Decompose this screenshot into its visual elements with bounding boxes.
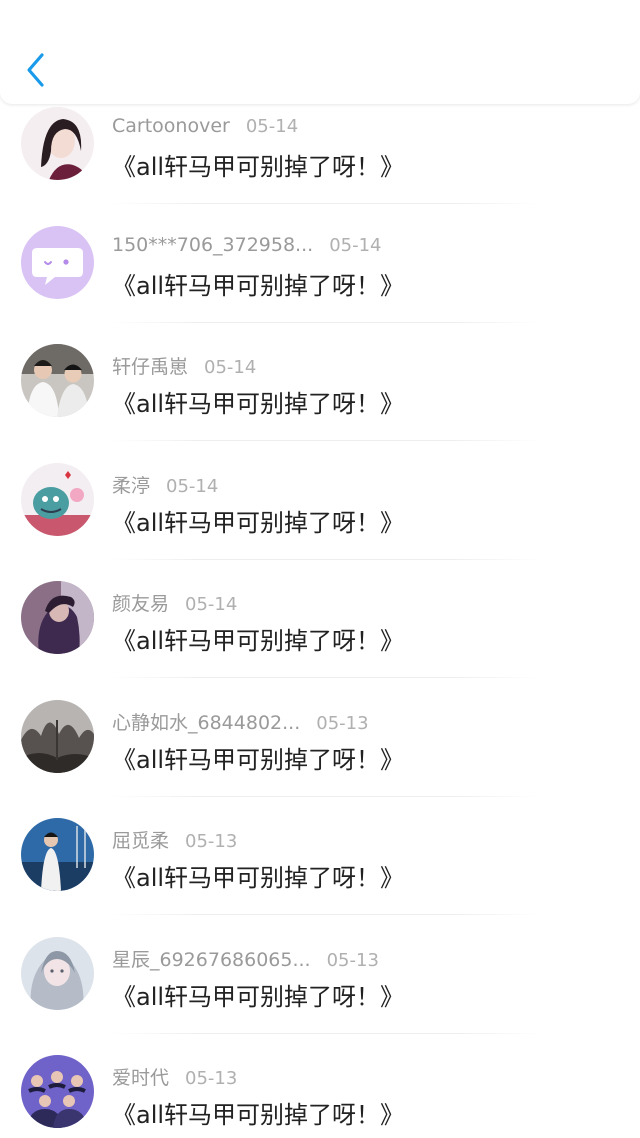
item-title: 《all轩马甲可别掉了呀！》 bbox=[112, 153, 405, 181]
divider bbox=[112, 321, 540, 323]
post-date: 05-13 bbox=[185, 831, 238, 852]
list-item[interactable]: Cartoonover 05-14 《all轩马甲可别掉了呀！》 bbox=[0, 107, 640, 226]
divider bbox=[112, 914, 540, 915]
item-title: 《all轩马甲可别掉了呀！》 bbox=[112, 627, 405, 655]
post-date: 05-14 bbox=[166, 475, 219, 497]
divider bbox=[112, 677, 540, 678]
item-meta: 轩仔禹崽 05-14 bbox=[112, 352, 256, 379]
username[interactable]: 心静如水_6844802... bbox=[112, 712, 300, 734]
list-item[interactable]: 星辰_69267686065... 05-13 《all轩马甲可别掉了呀！》 bbox=[0, 936, 640, 1056]
back-button[interactable] bbox=[16, 48, 56, 92]
post-date: 05-14 bbox=[204, 357, 257, 378]
list-item[interactable]: 爱时代 05-13 《all轩马甲可别掉了呀！》 bbox=[0, 1055, 640, 1138]
avatar[interactable] bbox=[21, 581, 94, 654]
item-title: 《all轩马甲可别掉了呀！》 bbox=[112, 864, 405, 892]
avatar[interactable] bbox=[21, 699, 94, 773]
item-meta: 心静如水_6844802... 05-13 bbox=[112, 708, 369, 735]
list-item[interactable]: 柔渟 05-14 《all轩马甲可别掉了呀！》 bbox=[0, 462, 640, 582]
username[interactable]: 150***706_372958... bbox=[112, 234, 313, 256]
list-item[interactable]: 颜友易 05-14 《all轩马甲可别掉了呀！》 bbox=[0, 581, 640, 700]
username[interactable]: Cartoonover bbox=[112, 115, 230, 137]
avatar[interactable] bbox=[21, 1055, 94, 1128]
list-item[interactable]: 150***706_372958... 05-14 《all轩马甲可别掉了呀！》 bbox=[0, 225, 640, 345]
avatar[interactable] bbox=[21, 462, 94, 536]
chevron-left-icon bbox=[27, 53, 44, 87]
item-meta: 柔渟 05-14 bbox=[112, 471, 218, 498]
post-date: 05-13 bbox=[316, 712, 369, 734]
username[interactable]: 颜友易 bbox=[112, 593, 169, 615]
username[interactable]: 爱时代 bbox=[112, 1067, 169, 1089]
avatar[interactable] bbox=[21, 225, 94, 299]
user-list: Cartoonover 05-14 《all轩马甲可别掉了呀！》 150***70… bbox=[0, 107, 640, 1138]
divider bbox=[112, 440, 540, 441]
item-title: 《all轩马甲可别掉了呀！》 bbox=[112, 745, 405, 774]
list-item[interactable]: 心静如水_6844802... 05-13 《all轩马甲可别掉了呀！》 bbox=[0, 699, 640, 819]
username[interactable]: 柔渟 bbox=[112, 475, 150, 497]
list-item[interactable]: 轩仔禹崽 05-14 《all轩马甲可别掉了呀！》 bbox=[0, 344, 640, 463]
item-meta: 爱时代 05-13 bbox=[112, 1063, 237, 1090]
avatar[interactable] bbox=[21, 344, 94, 417]
item-title: 《all轩马甲可别掉了呀！》 bbox=[112, 508, 405, 537]
item-meta: Cartoonover 05-14 bbox=[112, 115, 298, 137]
item-meta: 150***706_372958... 05-14 bbox=[112, 234, 382, 256]
post-date: 05-14 bbox=[329, 234, 382, 256]
divider bbox=[112, 795, 540, 797]
item-title: 《all轩马甲可别掉了呀！》 bbox=[112, 390, 405, 418]
divider bbox=[112, 203, 540, 204]
item-meta: 星辰_69267686065... 05-13 bbox=[112, 945, 379, 972]
post-date: 05-13 bbox=[326, 949, 379, 971]
username[interactable]: 轩仔禹崽 bbox=[112, 356, 188, 378]
avatar[interactable] bbox=[21, 107, 94, 180]
top-nav-bar bbox=[0, 0, 640, 104]
list-item[interactable]: 屈觅柔 05-13 《all轩马甲可别掉了呀！》 bbox=[0, 818, 640, 937]
username[interactable]: 星辰_69267686065... bbox=[112, 949, 311, 971]
divider bbox=[112, 558, 540, 560]
item-title: 《all轩马甲可别掉了呀！》 bbox=[112, 1101, 405, 1129]
post-date: 05-14 bbox=[185, 594, 238, 615]
avatar[interactable] bbox=[21, 818, 94, 891]
item-meta: 颜友易 05-14 bbox=[112, 589, 237, 616]
post-date: 05-13 bbox=[185, 1068, 238, 1089]
item-title: 《all轩马甲可别掉了呀！》 bbox=[112, 271, 405, 300]
post-date: 05-14 bbox=[245, 116, 299, 137]
username[interactable]: 屈觅柔 bbox=[112, 830, 169, 852]
divider bbox=[112, 1032, 540, 1034]
item-meta: 屈觅柔 05-13 bbox=[112, 826, 237, 853]
page: Cartoonover 05-14 《all轩马甲可别掉了呀！》 150***70… bbox=[0, 0, 640, 1138]
item-title: 《all轩马甲可别掉了呀！》 bbox=[112, 982, 405, 1011]
avatar[interactable] bbox=[21, 936, 94, 1010]
